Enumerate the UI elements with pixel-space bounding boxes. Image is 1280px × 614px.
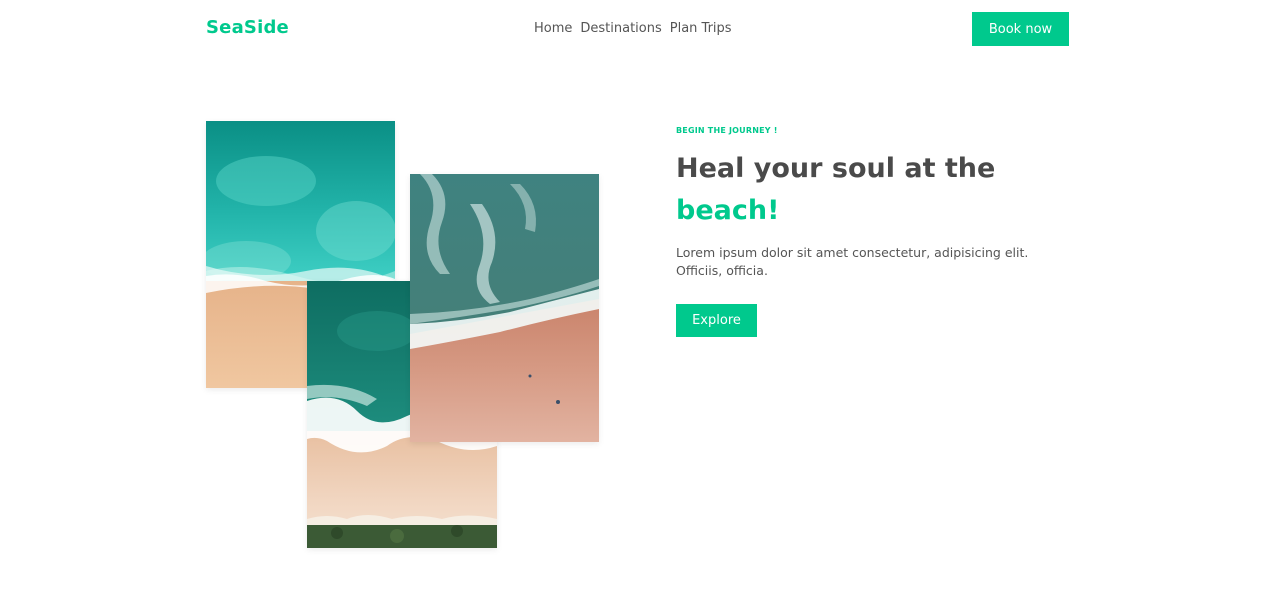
hero-headline: Heal your soul at the beach! (676, 148, 1056, 232)
logo[interactable]: SeaSide (206, 17, 289, 38)
headline-accent: beach! (676, 195, 780, 226)
explore-button[interactable]: Explore (676, 304, 757, 337)
nav-plan-trips[interactable]: Plan Trips (670, 21, 732, 36)
hero-description: Lorem ipsum dolor sit amet consectetur, … (676, 245, 1029, 278)
beach-photo-waves (410, 174, 599, 442)
book-now-button[interactable]: Book now (972, 12, 1069, 46)
main-nav: Home Destinations Plan Trips (534, 21, 732, 36)
hero-eyebrow: BEGIN THE JOURNEY ! (676, 126, 778, 135)
nav-home[interactable]: Home (534, 21, 572, 36)
headline-text: Heal your soul at the (676, 153, 996, 184)
nav-destinations[interactable]: Destinations (580, 21, 661, 36)
